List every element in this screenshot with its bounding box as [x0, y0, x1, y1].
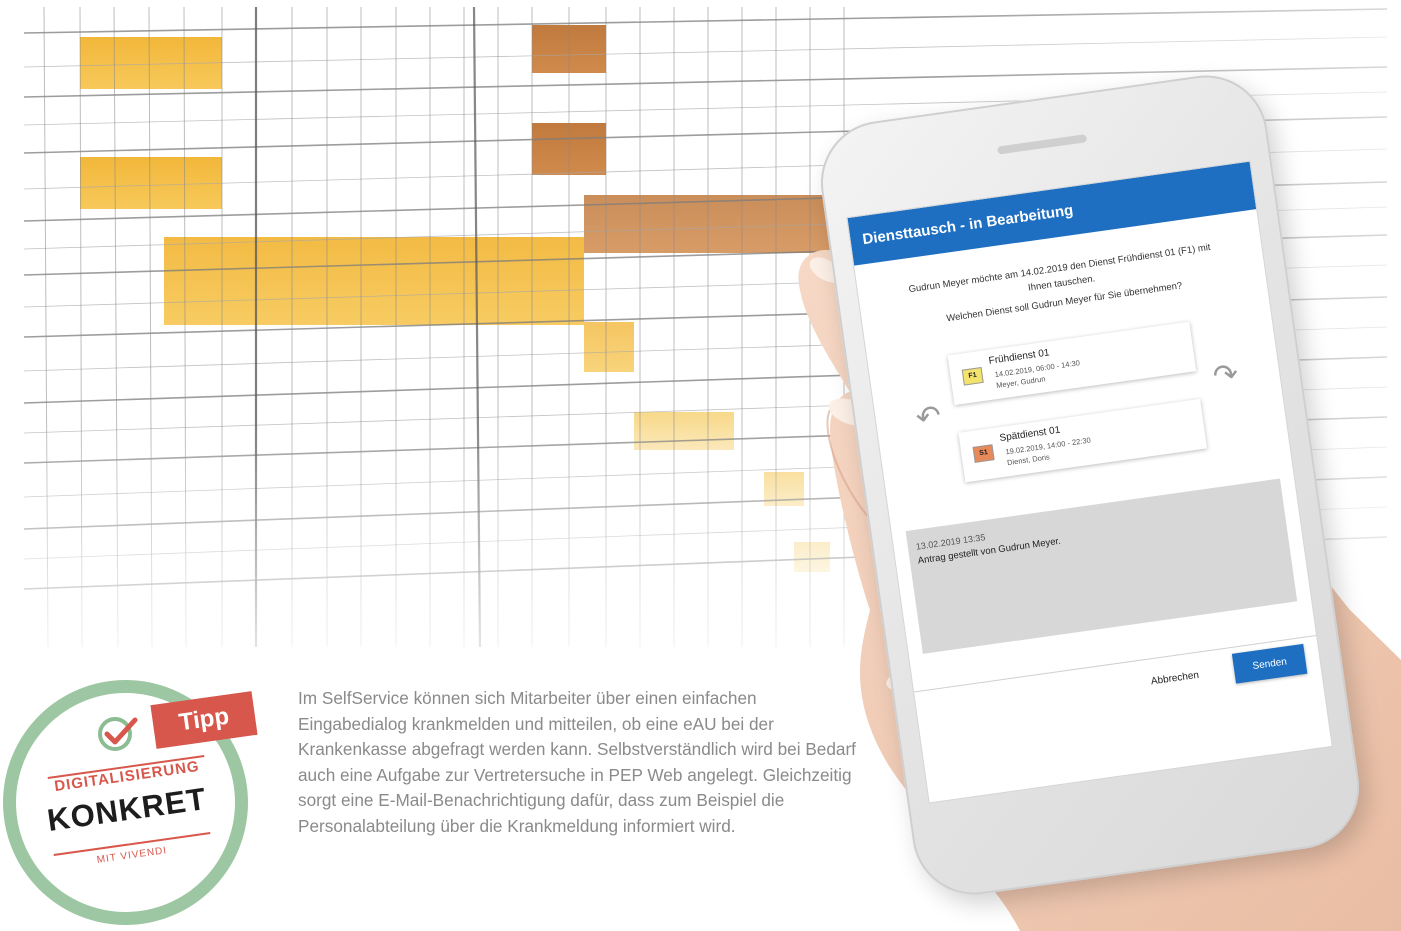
phone-speaker — [997, 134, 1088, 155]
shift-badge-s1: S1 — [972, 444, 995, 463]
shift-card-requested[interactable]: S1 Spätdienst 01 19.02.2019, 14:00 - 22:… — [958, 398, 1208, 483]
caption-text: Im SelfService können sich Mitarbeiter ü… — [298, 688, 856, 836]
tipp-badge: DIGITALISIERUNG KONKRET MIT VIVENDI Tipp — [3, 680, 258, 925]
swap-arrow-left-icon: ↶ — [913, 399, 944, 436]
check-circle-icon — [98, 717, 138, 751]
send-button[interactable]: Senden — [1231, 643, 1308, 684]
swap-arrow-right-icon: ↷ — [1210, 357, 1241, 394]
cancel-button[interactable]: Abbrechen — [1144, 665, 1206, 692]
shift-card-offered[interactable]: F1 Frühdienst 01 14.02.2019, 06:00 - 14:… — [947, 321, 1197, 406]
request-log: 13.02.2019 13:35 Antrag gestellt von Gud… — [905, 478, 1298, 654]
shift-badge-f1: F1 — [961, 366, 984, 386]
phone-screen: Diensttausch - in Bearbeitung Gudrun Mey… — [847, 161, 1332, 803]
